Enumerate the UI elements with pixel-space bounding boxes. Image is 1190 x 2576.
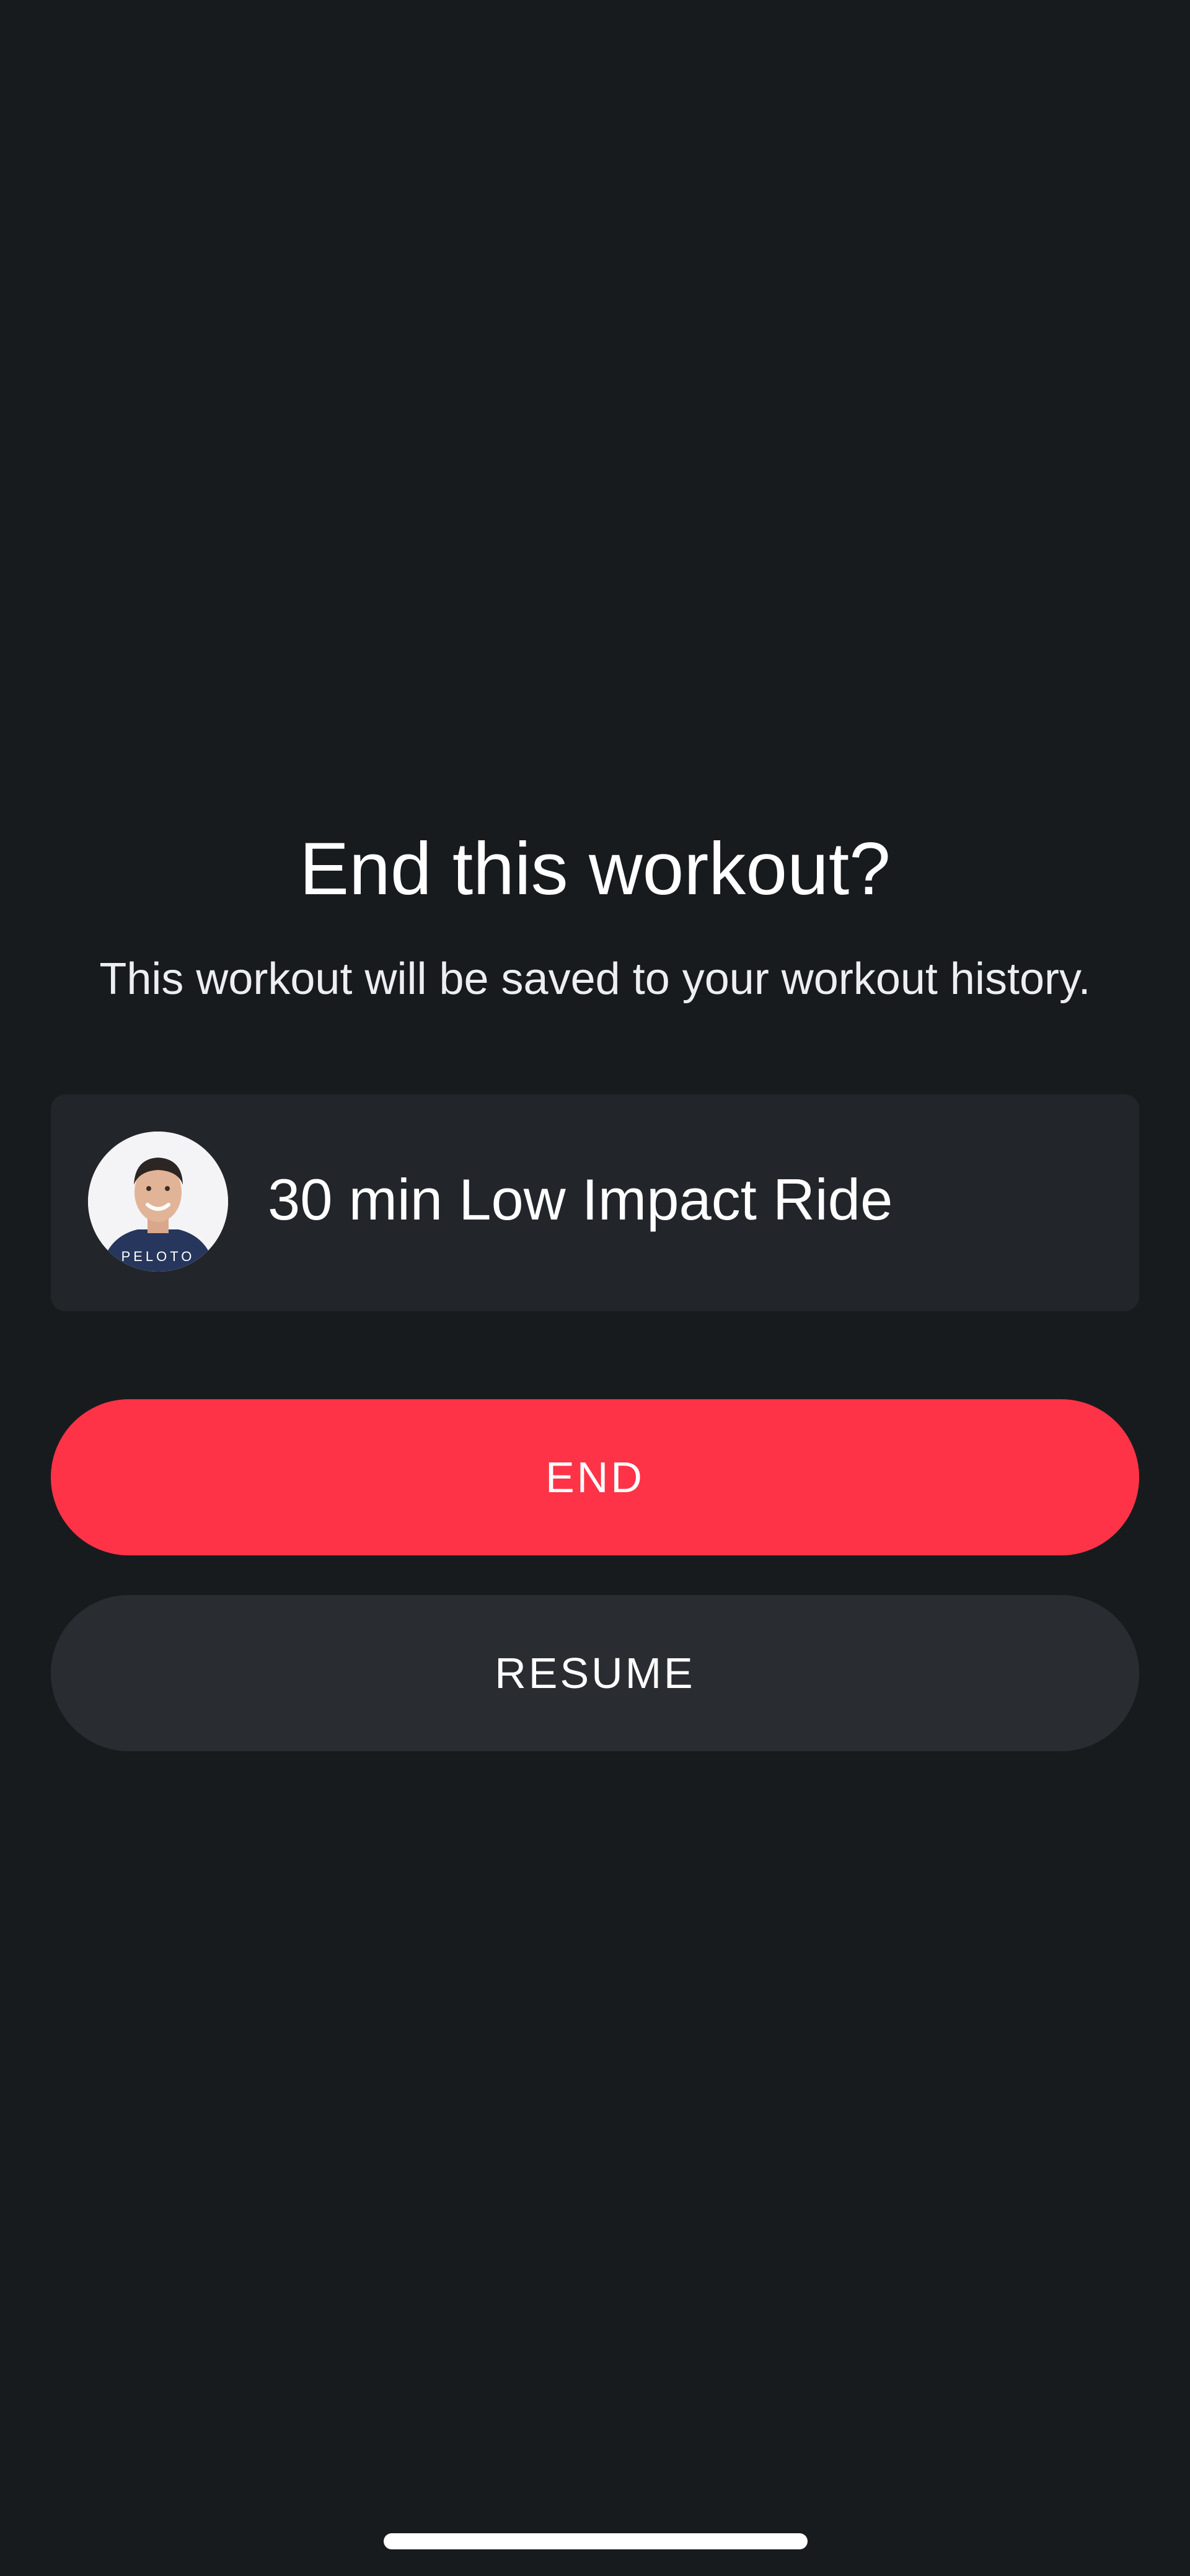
instructor-avatar: PELOTO (88, 1132, 228, 1272)
end-workout-screen: End this workout? This workout will be s… (0, 0, 1190, 2576)
instructor-avatar-image: PELOTO (88, 1132, 228, 1272)
class-title: 30 min Low Impact Ride (268, 1167, 893, 1232)
home-indicator[interactable] (384, 2533, 808, 2549)
resume-button[interactable]: RESUME (51, 1595, 1139, 1751)
class-card: PELOTO 30 min Low Impact Ride (51, 1094, 1139, 1311)
dialog-subtitle: This workout will be saved to your worko… (99, 954, 1091, 1004)
end-button[interactable]: END (51, 1399, 1139, 1555)
avatar-shirt-text: PELOTO (121, 1249, 195, 1264)
dialog-title: End this workout? (299, 827, 891, 910)
